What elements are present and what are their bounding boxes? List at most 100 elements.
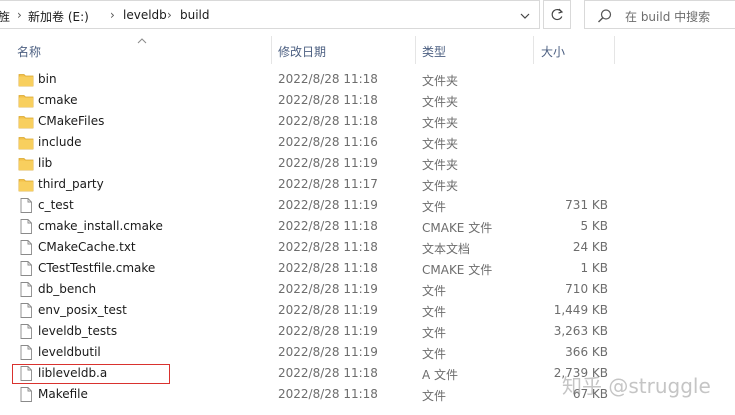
file-name[interactable]: CTestTestfile.cmake xyxy=(38,261,155,275)
column-divider[interactable] xyxy=(271,36,272,64)
folder-icon xyxy=(18,155,34,172)
address-toolbar: 旌 › 新加卷 (E:) › leveldb › build 在 build 中… xyxy=(0,0,735,30)
file-size: 731 KB xyxy=(565,198,608,212)
file-date: 2022/8/28 11:16 xyxy=(278,135,378,149)
file-type: CMAKE 文件 xyxy=(422,263,493,277)
file-icon xyxy=(18,239,34,256)
file-name[interactable]: bin xyxy=(38,72,57,86)
file-name[interactable]: CMakeFiles xyxy=(38,114,104,128)
file-name[interactable]: cmake_install.cmake xyxy=(38,219,163,233)
file-type: 文件 xyxy=(422,347,447,361)
breadcrumb-drive[interactable]: 新加卷 (E:) xyxy=(28,8,89,25)
file-name[interactable]: lib xyxy=(38,156,52,170)
column-divider[interactable] xyxy=(415,36,416,64)
column-header-size[interactable]: 大小 xyxy=(541,43,565,60)
folder-icon xyxy=(18,113,34,130)
file-row-third-party[interactable]: third_party 2022/8/28 11:17 文件夹 xyxy=(0,174,735,195)
file-row-leveldb-tests[interactable]: leveldb_tests 2022/8/28 11:19 文件 3,263 KB xyxy=(0,321,735,342)
file-date: 2022/8/28 11:18 xyxy=(278,93,378,107)
file-type: 文件夹 xyxy=(422,179,459,193)
file-icon xyxy=(18,218,34,235)
file-size: 1 KB xyxy=(580,261,608,275)
folder-icon xyxy=(18,71,34,88)
file-name[interactable]: leveldb_tests xyxy=(38,324,117,338)
file-name[interactable]: leveldbutil xyxy=(38,345,101,359)
file-type: 文件夹 xyxy=(422,137,459,151)
file-icon xyxy=(18,197,34,214)
file-row-cmake[interactable]: cmake 2022/8/28 11:18 文件夹 xyxy=(0,90,735,111)
file-icon xyxy=(18,386,34,403)
file-row-leveldbutil[interactable]: leveldbutil 2022/8/28 11:19 文件 366 KB xyxy=(0,342,735,363)
file-icon xyxy=(18,260,34,277)
breadcrumb-separator[interactable]: › xyxy=(167,8,172,22)
column-header-name[interactable]: 名称 xyxy=(17,43,41,60)
file-type: 文本文档 xyxy=(422,242,471,256)
file-type: 文件夹 xyxy=(422,158,459,172)
file-name[interactable]: env_posix_test xyxy=(38,303,127,317)
file-date: 2022/8/28 11:19 xyxy=(278,345,378,359)
refresh-icon xyxy=(551,8,564,21)
folder-icon xyxy=(18,92,34,109)
breadcrumb-leveldb[interactable]: leveldb xyxy=(123,8,167,22)
address-bar[interactable]: 旌 › 新加卷 (E:) › leveldb › build xyxy=(0,0,540,29)
breadcrumb-separator[interactable]: › xyxy=(17,8,22,22)
column-divider[interactable] xyxy=(533,36,534,64)
file-list: bin 2022/8/28 11:18 文件夹 cmake 2022/8/28 11:1… xyxy=(0,69,735,405)
file-row-cmake-install-cmake[interactable]: cmake_install.cmake 2022/8/28 11:18 CMAKE … xyxy=(0,216,735,237)
file-date: 2022/8/28 11:18 xyxy=(278,261,378,275)
file-date: 2022/8/28 11:18 xyxy=(278,72,378,86)
file-name[interactable]: cmake xyxy=(38,93,78,107)
file-size: 366 KB xyxy=(565,345,608,359)
file-name[interactable]: include xyxy=(38,135,81,149)
file-type: 文件 xyxy=(422,200,447,214)
file-date: 2022/8/28 11:18 xyxy=(278,240,378,254)
file-type: A 文件 xyxy=(422,368,459,382)
search-box[interactable]: 在 build 中搜索 xyxy=(584,0,735,29)
breadcrumb-separator[interactable]: › xyxy=(110,8,115,22)
chevron-down-icon[interactable] xyxy=(515,6,535,26)
column-divider[interactable] xyxy=(614,36,615,64)
file-row-c-test[interactable]: c_test 2022/8/28 11:19 文件 731 KB xyxy=(0,195,735,216)
file-icon xyxy=(18,323,34,340)
file-name[interactable]: c_test xyxy=(38,198,74,212)
file-date: 2022/8/28 11:18 xyxy=(278,219,378,233)
file-date: 2022/8/28 11:19 xyxy=(278,282,378,296)
file-size: 1,449 KB xyxy=(553,303,608,317)
file-row-env-posix-test[interactable]: env_posix_test 2022/8/28 11:19 文件 1,449 KB xyxy=(0,300,735,321)
file-row-bin[interactable]: bin 2022/8/28 11:18 文件夹 xyxy=(0,69,735,90)
file-row-db-bench[interactable]: db_bench 2022/8/28 11:19 文件 710 KB xyxy=(0,279,735,300)
file-type: 文件夹 xyxy=(422,74,459,88)
file-date: 2022/8/28 11:17 xyxy=(278,177,378,191)
file-row-ctesttestfile-cmake[interactable]: CTestTestfile.cmake 2022/8/28 11:18 CMAKE … xyxy=(0,258,735,279)
file-row-cmakefiles[interactable]: CMakeFiles 2022/8/28 11:18 文件夹 xyxy=(0,111,735,132)
file-type: 文件 xyxy=(422,389,447,403)
file-date: 2022/8/28 11:19 xyxy=(278,156,378,170)
selection-highlight-box xyxy=(12,364,170,384)
folder-icon xyxy=(18,134,34,151)
file-name[interactable]: Makefile xyxy=(38,387,88,401)
file-name[interactable]: db_bench xyxy=(38,282,96,296)
breadcrumb-parent[interactable]: 旌 xyxy=(0,8,10,25)
file-row-include[interactable]: include 2022/8/28 11:16 文件夹 xyxy=(0,132,735,153)
column-header-date[interactable]: 修改日期 xyxy=(278,43,326,60)
file-row-lib[interactable]: lib 2022/8/28 11:19 文件夹 xyxy=(0,153,735,174)
file-size: 5 KB xyxy=(580,219,608,233)
file-icon xyxy=(18,302,34,319)
file-date: 2022/8/28 11:18 xyxy=(278,366,378,380)
file-size: 3,263 KB xyxy=(553,324,608,338)
file-name[interactable]: third_party xyxy=(38,177,104,191)
breadcrumb-build[interactable]: build xyxy=(180,8,210,22)
file-type: 文件 xyxy=(422,305,447,319)
file-type: CMAKE 文件 xyxy=(422,221,493,235)
refresh-button[interactable] xyxy=(543,0,571,29)
file-name[interactable]: CMakeCache.txt xyxy=(38,240,136,254)
file-type: 文件夹 xyxy=(422,116,459,130)
file-row-cmakecache-txt[interactable]: CMakeCache.txt 2022/8/28 11:18 文本文档 24 KB xyxy=(0,237,735,258)
file-size: 710 KB xyxy=(565,282,608,296)
file-type: 文件 xyxy=(422,284,447,298)
file-date: 2022/8/28 11:18 xyxy=(278,114,378,128)
column-header-type[interactable]: 类型 xyxy=(422,43,446,60)
file-icon xyxy=(18,281,34,298)
folder-icon xyxy=(18,176,34,193)
search-input[interactable]: 在 build 中搜索 xyxy=(625,8,710,25)
